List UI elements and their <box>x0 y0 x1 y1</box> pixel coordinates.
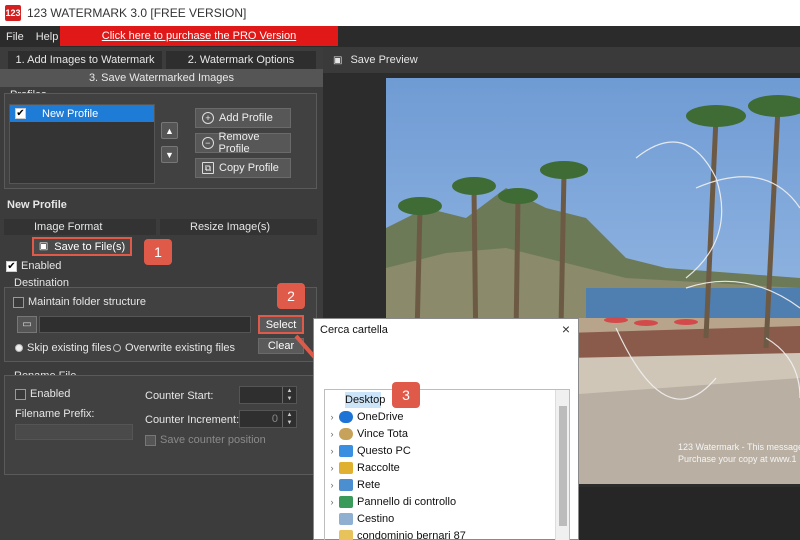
tree-item-control-panel-label: Pannello di controllo <box>357 496 457 508</box>
network-icon <box>339 479 353 491</box>
folder-tree[interactable]: Desktop › OneDrive › Vince Tota › Questo… <box>324 389 570 540</box>
tree-item-desktop[interactable]: Desktop <box>345 392 385 408</box>
library-icon <box>339 462 353 474</box>
folder-icon <box>339 530 353 540</box>
cloud-icon <box>339 411 353 423</box>
expand-chevron-icon[interactable]: › <box>325 446 339 456</box>
tree-item-recycle-bin[interactable]: Cestino <box>325 511 394 527</box>
tree-item-user-label: Vince Tota <box>357 428 408 440</box>
dialog-title: Cerca cartella <box>320 324 388 336</box>
expand-chevron-icon[interactable]: › <box>325 480 339 490</box>
tree-item-folder-label: condominio bernari 87 <box>357 530 466 540</box>
computer-icon <box>339 445 353 457</box>
tree-item-this-pc-label: Questo PC <box>357 445 411 457</box>
tree-item-onedrive-label: OneDrive <box>357 411 404 423</box>
user-icon <box>339 428 353 440</box>
tree-item-recycle-bin-label: Cestino <box>357 513 395 525</box>
tree-item-onedrive[interactable]: › OneDrive <box>325 409 403 425</box>
tree-item-libraries[interactable]: › Raccolte <box>325 460 400 476</box>
expand-chevron-icon[interactable]: › <box>325 463 339 473</box>
scrollbar-thumb[interactable] <box>559 406 567 526</box>
control-panel-icon <box>339 496 353 508</box>
recycle-bin-icon <box>339 513 353 525</box>
tree-item-desktop-label: Desktop <box>345 394 386 406</box>
expand-chevron-icon[interactable]: › <box>325 412 339 422</box>
tree-item-control-panel[interactable]: › Pannello di controllo <box>325 494 456 510</box>
tree-item-folder[interactable]: condominio bernari 87 <box>325 528 466 540</box>
tree-scrollbar[interactable] <box>555 390 569 540</box>
tree-item-this-pc[interactable]: › Questo PC <box>325 443 411 459</box>
expand-chevron-icon[interactable]: › <box>325 429 339 439</box>
tree-item-network-label: Rete <box>357 479 381 491</box>
tree-item-libraries-label: Raccolte <box>357 462 400 474</box>
tree-item-network[interactable]: › Rete <box>325 477 380 493</box>
close-icon[interactable]: × <box>562 321 570 337</box>
annotation-badge-3: 3 <box>392 382 420 408</box>
browse-folder-dialog: Cerca cartella × Desktop › OneDrive › Vi… <box>313 318 579 540</box>
tree-item-user[interactable]: › Vince Tota <box>325 426 408 442</box>
expand-chevron-icon[interactable]: › <box>325 497 339 507</box>
